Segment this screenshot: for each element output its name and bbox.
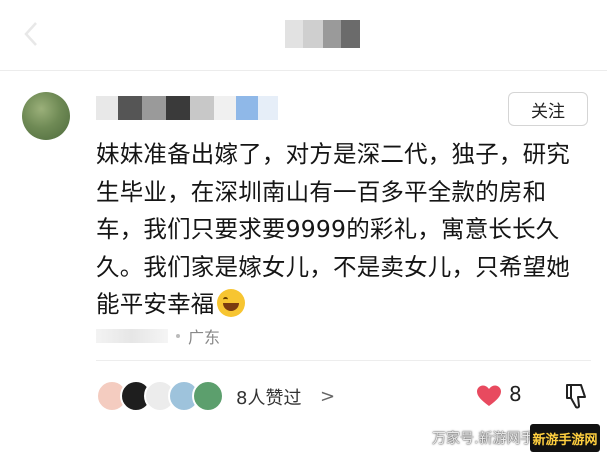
page-title-redacted: [285, 20, 360, 48]
chevron-left-icon[interactable]: [22, 20, 40, 48]
timestamp-redacted: [96, 329, 168, 343]
location-label: 广东: [188, 328, 221, 347]
watermark-logo: 新游手游网: [530, 424, 600, 452]
heart-icon[interactable]: [476, 384, 502, 408]
follow-button[interactable]: 关注: [508, 92, 588, 126]
username-redacted[interactable]: [96, 96, 278, 120]
chevron-right-icon[interactable]: >: [320, 386, 335, 407]
grinning-sweat-emoji-icon: [216, 289, 245, 317]
comment-line: 久。我们家是嫁女儿，不是卖女儿，只希望她: [96, 252, 570, 281]
comment-line: 能平安幸福: [96, 290, 215, 318]
comment-line-last: 能平安幸福: [96, 286, 591, 324]
likes-summary[interactable]: 8人赞过: [236, 384, 301, 410]
comment-divider: [96, 360, 591, 361]
header-divider: [0, 70, 607, 71]
avatar[interactable]: [22, 92, 70, 140]
comment-line: 车，我们只要求要9999的彩礼，寓意长长久: [96, 215, 560, 243]
top-bar: [0, 0, 607, 70]
like-count: 8: [509, 382, 522, 406]
comment-meta: 广东: [96, 324, 220, 348]
thumbs-down-icon[interactable]: [564, 382, 588, 410]
comment-line: 妹妹准备出嫁了，对方是深二代，独子，研究: [96, 140, 570, 168]
comment-line: 生毕业，在深圳南山有一百多平全款的房和: [96, 177, 547, 206]
dot-separator: [176, 334, 180, 338]
comment-text: 妹妹准备出嫁了，对方是深二代，独子，研究 生毕业，在深圳南山有一百多平全款的房和…: [96, 136, 591, 324]
liker-avatars[interactable]: [96, 380, 224, 412]
liker-avatar: [192, 380, 224, 412]
